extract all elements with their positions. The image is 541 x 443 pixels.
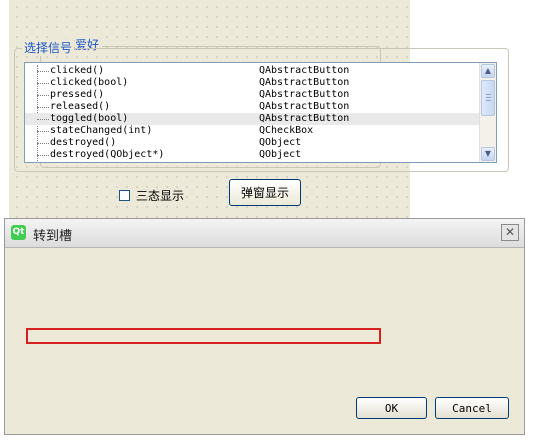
signal-class: QAbstractButton [259,65,350,76]
scroll-down-icon[interactable]: ▼ [481,147,495,161]
signal-row[interactable]: released() QAbstractButton [25,101,481,113]
signal-class: QAbstractButton [259,89,350,100]
signal-name: stateChanged(int) [50,125,153,136]
tree-branch [37,143,49,144]
checkbox-box [119,190,130,201]
checkbox-label: 三态显示 [136,189,185,203]
signal-row-selected[interactable]: toggled(bool) QAbstractButton [25,113,481,125]
tree-branch [37,71,49,72]
checkbox-tristate[interactable]: 三态显示 [119,187,184,204]
signal-row[interactable]: pressed() QAbstractButton [25,89,481,101]
select-signal-title: 选择信号 [22,39,75,56]
signal-class: QAbstractButton [259,77,350,88]
signal-name: pressed() [50,89,105,100]
signal-name: clicked() [50,65,105,76]
tree-branch [37,83,49,84]
signal-name: toggled(bool) [50,113,129,124]
signal-row[interactable]: clicked(bool) QAbstractButton [25,77,481,89]
signal-row[interactable]: stateChanged(int) QCheckBox [25,125,481,137]
dialog-titlebar[interactable]: Qt 转到槽 ✕ [5,219,524,248]
vertical-scrollbar[interactable]: ▲ ▼ [479,63,496,162]
qt-logo-icon: Qt [11,225,26,240]
popup-display-button[interactable]: 弹窗显示 [229,179,301,206]
dialog-title: 转到槽 [33,229,73,244]
tree-branch [37,119,49,120]
signal-class: QAbstractButton [259,101,350,112]
tree-branch [37,131,49,132]
thumb-grip [486,100,491,101]
cancel-button[interactable]: Cancel [435,397,509,419]
ok-button[interactable]: OK [356,397,427,419]
tree-branch [37,107,49,108]
thumb-grip [486,94,491,95]
signal-name: destroyed() [50,137,117,148]
highlight-annotation-box [26,328,381,344]
tree-branch [37,155,49,156]
signal-class: QCheckBox [259,125,314,136]
signal-name: released() [50,101,111,112]
signal-name: destroyed(QObject*) [50,149,165,160]
signal-row[interactable]: clicked() QAbstractButton [25,65,481,77]
close-button[interactable]: ✕ [501,224,519,241]
signal-class: QObject [259,149,302,160]
scroll-up-icon[interactable]: ▲ [481,64,495,78]
signal-name: clicked(bool) [50,77,129,88]
signal-class: QObject [259,137,302,148]
signal-class: QAbstractButton [259,113,350,124]
signal-row[interactable]: destroyed(QObject*) QObject [25,149,481,161]
signal-row[interactable]: destroyed() QObject [25,137,481,149]
thumb-grip [486,97,491,98]
tree-branch [37,95,49,96]
signal-list[interactable]: clicked() QAbstractButton clicked(bool) … [24,62,497,163]
scrollbar-thumb[interactable] [481,80,495,116]
